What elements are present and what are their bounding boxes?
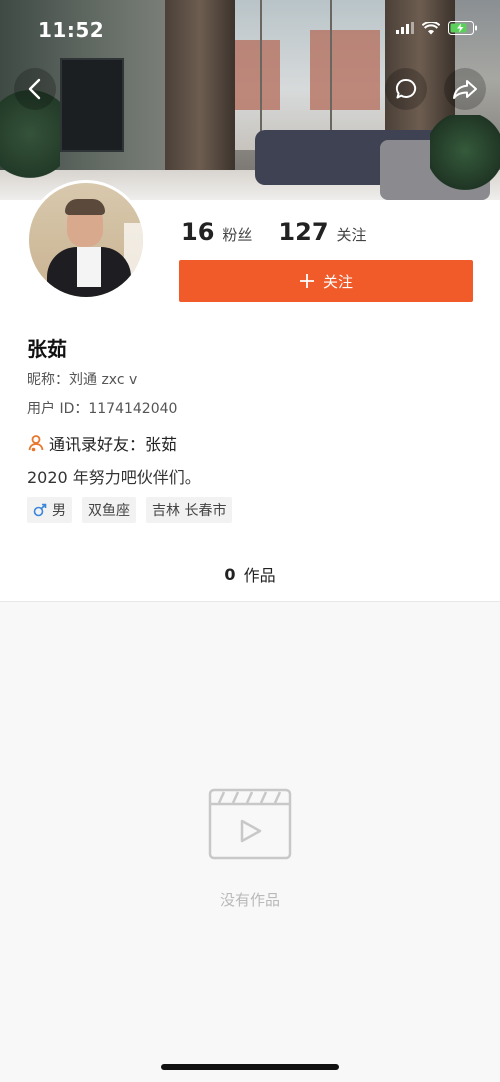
contact-icon <box>28 435 44 452</box>
user-id-label: 用户 ID： <box>27 401 89 417</box>
contact-line: 通讯录好友： 张茹 <box>27 431 177 455</box>
bio: 2020 年努力吧伙伴们。 <box>27 468 201 487</box>
empty-works-text: 没有作品 <box>219 891 280 909</box>
signal-icon <box>396 22 414 34</box>
contact-label: 通讯录好友： <box>49 435 146 454</box>
avatar[interactable] <box>26 180 146 300</box>
zodiac-tag: 双鱼座 <box>82 497 136 523</box>
comment-button[interactable] <box>385 68 427 110</box>
status-bar: 11:52 <box>0 0 500 60</box>
comment-icon <box>395 78 417 99</box>
status-icons <box>396 21 478 35</box>
follow-button-label: 关注 <box>322 272 353 291</box>
follow-button[interactable]: 关注 <box>179 260 473 302</box>
home-indicator[interactable] <box>161 1064 339 1070</box>
gender-tag: 男 <box>27 497 72 523</box>
user-id-value: 1174142040 <box>88 401 178 417</box>
location-label: 吉林 长春市 <box>152 503 227 519</box>
share-icon <box>453 80 477 99</box>
gender-label: 男 <box>52 503 66 519</box>
profile-stats: 16 粉丝 127 关注 <box>181 218 393 246</box>
following-count[interactable]: 127 <box>278 218 328 246</box>
following-label[interactable]: 关注 <box>337 224 367 245</box>
zodiac-label: 双鱼座 <box>88 503 130 519</box>
location-tag: 吉林 长春市 <box>146 497 233 523</box>
male-icon <box>33 503 47 517</box>
user-id-line: 用户 ID：1174142040 <box>27 398 177 418</box>
wifi-icon <box>422 21 440 34</box>
battery-icon <box>448 21 477 35</box>
nickname-label: 昵称： <box>27 372 69 388</box>
works-tab[interactable]: 0 作品 <box>0 547 500 602</box>
works-label: 作品 <box>243 566 276 585</box>
status-time: 11:52 <box>38 18 105 42</box>
video-icon <box>208 788 292 860</box>
contact-value: 张茹 <box>145 435 178 454</box>
profile-tags: 男 双鱼座 吉林 长春市 <box>27 497 233 523</box>
works-count: 0 <box>224 564 236 584</box>
profile-name: 张茹 <box>27 337 67 361</box>
nickname-line: 昵称：刘通 zxc v <box>27 369 137 389</box>
nickname-value: 刘通 zxc v <box>69 372 138 388</box>
back-button[interactable] <box>14 68 56 110</box>
plus-icon <box>299 274 314 288</box>
share-button[interactable] <box>444 68 486 110</box>
back-icon <box>28 78 41 100</box>
fans-count[interactable]: 16 <box>181 218 214 246</box>
fans-label[interactable]: 粉丝 <box>222 224 252 245</box>
